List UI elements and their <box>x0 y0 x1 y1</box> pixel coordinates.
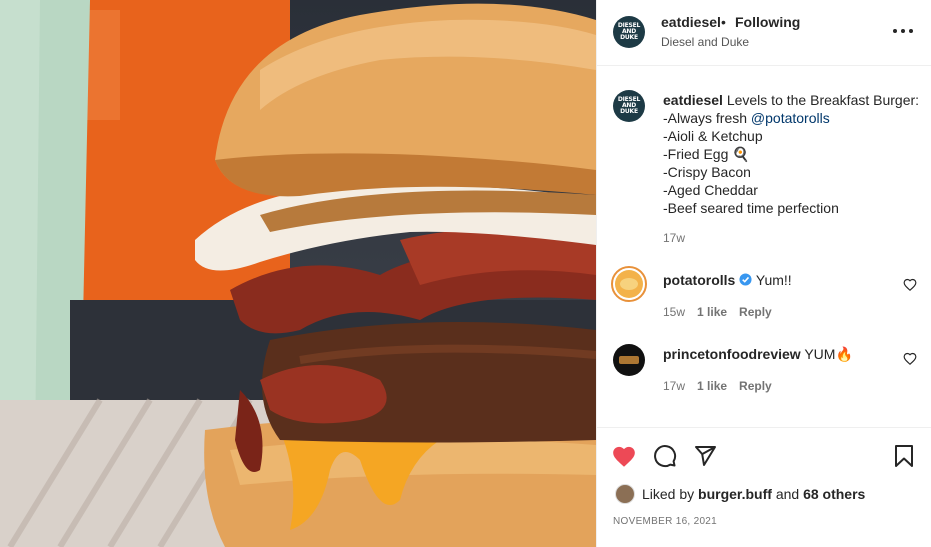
caption-username[interactable]: eatdiesel <box>663 92 723 108</box>
caption-avatar[interactable]: DIESEL AND DUKE <box>613 90 645 122</box>
post-date[interactable]: NOVEMBER 16, 2021 <box>613 516 717 527</box>
liker-avatar[interactable] <box>615 484 635 504</box>
commenter-avatar[interactable] <box>611 266 647 302</box>
liked-user-link[interactable]: burger.buff <box>698 486 772 502</box>
caption-mention-link[interactable]: @potatorolls <box>751 110 830 126</box>
caption-text: eatdiesel Levels to the Breakfast Burger… <box>663 91 923 217</box>
author-avatar[interactable]: DIESEL AND DUKE <box>613 16 645 48</box>
comment-body: Yum!! <box>755 272 792 288</box>
more-icon[interactable] <box>893 22 913 40</box>
comment-text: potatorolls Yum!! <box>663 271 923 289</box>
liked-prefix: Liked by <box>642 486 695 502</box>
heart-outline-icon[interactable] <box>903 278 917 292</box>
share-icon[interactable] <box>693 444 717 468</box>
avatar-text-3: DUKE <box>620 108 638 115</box>
caption-line1: -Always fresh <box>663 110 751 126</box>
comment-likes[interactable]: 1 like <box>697 379 727 393</box>
heart-outline-icon[interactable] <box>903 352 917 366</box>
post-location[interactable]: Diesel and Duke <box>661 35 749 49</box>
post-photo[interactable] <box>0 0 596 547</box>
reply-button[interactable]: Reply <box>739 379 772 393</box>
commenter-avatar[interactable] <box>613 344 645 376</box>
caption-timestamp[interactable]: 17w <box>663 231 685 245</box>
reply-button[interactable]: Reply <box>739 305 772 319</box>
comment-body: YUM🔥 <box>804 346 853 362</box>
comment-time[interactable]: 17w <box>663 379 685 393</box>
author-username[interactable]: eatdiesel <box>661 14 721 30</box>
post-actions: Liked by burger.buff and 68 others NOVEM… <box>597 427 931 547</box>
heart-filled-icon[interactable] <box>611 444 637 470</box>
comment-meta: 17w 1 like Reply <box>663 379 772 393</box>
avatar-text-3: DUKE <box>620 34 638 41</box>
burger-image <box>0 0 596 547</box>
post-side-panel: DIESEL AND DUKE eatdiesel • Following Di… <box>596 0 931 547</box>
comment-likes[interactable]: 1 like <box>697 305 727 319</box>
comment-text: princetonfoodreview YUM🔥 <box>663 345 923 363</box>
separator-dot: • <box>721 14 726 30</box>
liked-others-link[interactable]: 68 others <box>803 486 865 502</box>
caption-rest: -Aioli & Ketchup -Fried Egg 🍳 -Crispy Ba… <box>663 128 839 216</box>
caption-intro: Levels to the Breakfast Burger: <box>726 92 920 108</box>
post-header: DIESEL AND DUKE eatdiesel • Following Di… <box>597 0 931 66</box>
comment-icon[interactable] <box>653 444 677 468</box>
follow-status-button[interactable]: Following <box>735 14 800 30</box>
bookmark-icon[interactable] <box>893 444 915 468</box>
comment-username[interactable]: princetonfoodreview <box>663 346 801 362</box>
comment-username[interactable]: potatorolls <box>663 272 735 288</box>
likes-summary: Liked by burger.buff and 68 others <box>615 484 865 504</box>
liked-mid: and <box>775 486 800 502</box>
comment-meta: 15w 1 like Reply <box>663 305 772 319</box>
comment-time[interactable]: 15w <box>663 305 685 319</box>
verified-badge-icon <box>739 273 752 286</box>
